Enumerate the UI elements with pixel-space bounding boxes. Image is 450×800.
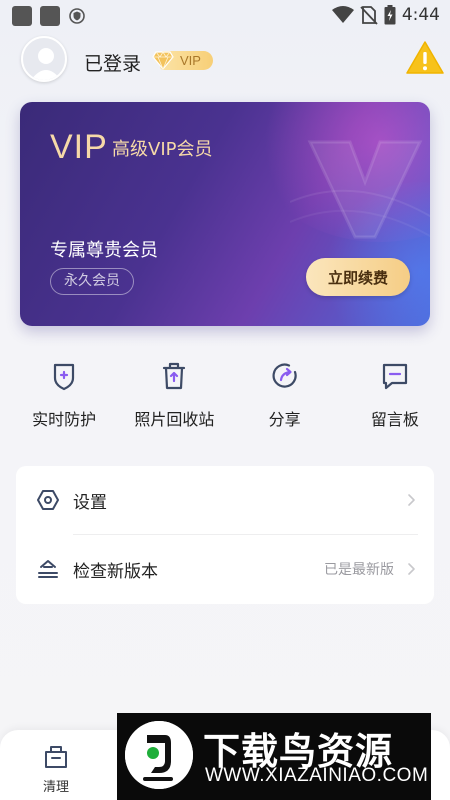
warning-icon[interactable] [406, 40, 444, 76]
vip-badge: VIP [152, 49, 213, 71]
vip-tag: 永久会员 [50, 268, 134, 295]
check-update-label: 检查新版本 [73, 561, 158, 582]
action-share[interactable]: 分享 [230, 360, 340, 440]
nav-item-clean[interactable]: 清理 [28, 742, 84, 795]
action-label: 留言板 [370, 410, 419, 429]
version-status: 已是最新版 [324, 562, 394, 578]
action-message-board[interactable]: 留言板 [340, 360, 450, 440]
vip-card: VIP 高级VIP会员 专属尊贵会员 永久会员 立即续费 [20, 102, 430, 326]
vip-watermark-v-icon [290, 140, 430, 239]
battery-charging-icon [384, 5, 396, 25]
diamond-icon [152, 51, 174, 70]
settings-label: 设置 [73, 492, 107, 513]
avatar[interactable] [21, 36, 67, 82]
clean-box-icon [45, 746, 67, 768]
notification-square-icon [12, 6, 32, 26]
settings-hex-icon [37, 490, 59, 510]
avatar-person-icon [31, 48, 61, 80]
action-photo-recycle-bin[interactable]: 照片回收站 [119, 360, 229, 440]
action-label: 实时防护 [32, 410, 97, 429]
shield-plus-icon [54, 363, 75, 391]
trash-icon [163, 362, 186, 390]
share-icon [272, 363, 297, 388]
action-realtime-protection[interactable]: 实时防护 [9, 360, 119, 440]
shield-icon [69, 8, 85, 24]
vip-logo: VIP [50, 128, 108, 166]
wifi-icon [331, 6, 354, 23]
action-label: 照片回收站 [134, 410, 215, 429]
check-update-row[interactable]: 检查新版本 已是最新版 [16, 535, 434, 603]
status-time: 4:44 [401, 5, 440, 25]
quick-actions: 实时防护 照片回收站 分享 留言板 [0, 360, 450, 440]
status-bar: 4:44 [0, 0, 450, 32]
settings-row[interactable]: 设置 [16, 466, 434, 534]
renew-button[interactable]: 立即续费 [306, 258, 410, 296]
chevron-right-icon [408, 494, 415, 506]
upgrade-icon [38, 560, 58, 578]
vip-subtitle: 专属尊贵会员 [50, 240, 158, 261]
message-icon [382, 363, 407, 390]
watermark-banner: 下载鸟资源 WWW.XIAZAINIAO.COM [117, 713, 431, 800]
notification-square-icon [40, 6, 60, 26]
chevron-right-icon [408, 563, 415, 575]
action-label: 分享 [268, 410, 301, 429]
vip-title: 高级VIP会员 [112, 139, 213, 160]
bird-logo-icon [125, 721, 193, 789]
settings-card: 设置 检查新版本 已是最新版 [16, 466, 434, 604]
watermark-url: WWW.XIAZAINIAO.COM [205, 765, 429, 786]
nav-label: 清理 [42, 780, 69, 795]
no-sim-icon [360, 6, 378, 25]
login-status[interactable]: 已登录 [84, 49, 141, 76]
